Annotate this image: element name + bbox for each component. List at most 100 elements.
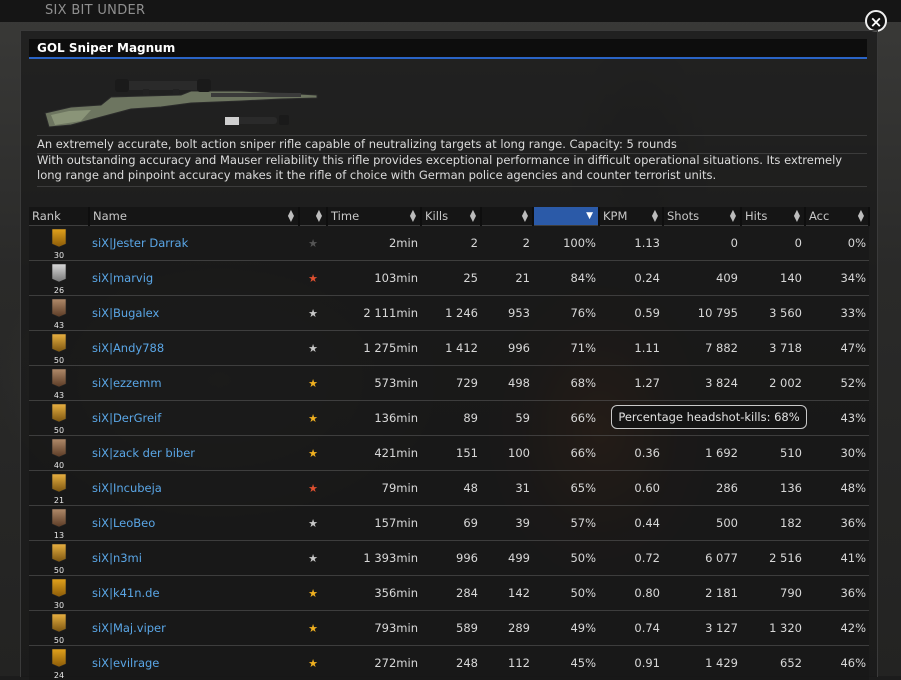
kills-cell: 996 bbox=[421, 541, 481, 576]
player-name-link[interactable]: siX|ezzemm bbox=[92, 376, 162, 390]
table-row: 50siX|Maj.viper★793min58928949%0.743 127… bbox=[29, 611, 869, 646]
sort-icon: ▲▼ bbox=[730, 210, 736, 222]
rank-insignia-icon: 26 bbox=[47, 262, 71, 294]
kills-cell: 69 bbox=[421, 506, 481, 541]
rank-insignia-icon: 24 bbox=[47, 647, 71, 679]
kpm-cell: 0.74 bbox=[599, 611, 663, 646]
column-header-kills[interactable]: Kills▲▼ bbox=[421, 207, 481, 226]
shots-cell: 500 bbox=[663, 506, 741, 541]
column-header-shots[interactable]: Shots▲▼ bbox=[663, 207, 741, 226]
rank-insignia-icon: 30 bbox=[47, 577, 71, 609]
player-name-cell: siX|k41n.de bbox=[89, 576, 299, 611]
kills-cell: 151 bbox=[421, 436, 481, 471]
column-header-name[interactable]: Name▲▼ bbox=[89, 207, 299, 226]
column-header-headshots[interactable]: ▲▼ bbox=[481, 207, 533, 226]
shots-cell: 2 181 bbox=[663, 576, 741, 611]
shots-cell: 7 882 bbox=[663, 331, 741, 366]
headshot-percent-cell: 65% bbox=[533, 471, 599, 506]
kpm-cell: 1.11 bbox=[599, 331, 663, 366]
time-cell: 79min bbox=[327, 471, 421, 506]
rank-cell: 43 bbox=[29, 366, 89, 401]
player-name-cell: siX|ezzemm bbox=[89, 366, 299, 401]
headshot-percent-cell: 57% bbox=[533, 506, 599, 541]
headshot-percent-cell: 100% bbox=[533, 226, 599, 261]
rank-insignia-icon: 50 bbox=[47, 542, 71, 574]
column-label: Kills bbox=[425, 209, 448, 223]
player-name-link[interactable]: siX|LeoBeo bbox=[92, 516, 155, 530]
column-header-headshot-percent[interactable]: ▼ bbox=[533, 207, 599, 226]
accuracy-cell: 30% bbox=[805, 436, 869, 471]
headshot-percent-cell: 49% bbox=[533, 611, 599, 646]
column-label: Time bbox=[331, 209, 359, 223]
headshot-percent-tooltip: Percentage headshot-kills: 68% bbox=[611, 405, 807, 429]
time-cell: 2min bbox=[327, 226, 421, 261]
table-row: 13siX|LeoBeo★157min693957%0.4450018236% bbox=[29, 506, 869, 541]
shots-cell: 3 824 bbox=[663, 366, 741, 401]
star-icon: ★ bbox=[308, 552, 318, 565]
player-name-link[interactable]: siX|k41n.de bbox=[92, 586, 160, 600]
column-header-time[interactable]: Time▲▼ bbox=[327, 207, 421, 226]
column-header-hits[interactable]: Hits▲▼ bbox=[741, 207, 805, 226]
headshots-cell: 498 bbox=[481, 366, 533, 401]
rank-number: 50 bbox=[47, 566, 71, 575]
sort-icon: ▲▼ bbox=[652, 210, 658, 222]
star-cell: ★ bbox=[299, 331, 327, 366]
close-button[interactable]: × bbox=[865, 10, 887, 32]
sort-icon: ▲▼ bbox=[288, 210, 294, 222]
star-cell: ★ bbox=[299, 541, 327, 576]
rank-number: 21 bbox=[47, 496, 71, 505]
time-cell: 421min bbox=[327, 436, 421, 471]
kills-cell: 1 246 bbox=[421, 296, 481, 331]
star-cell: ★ bbox=[299, 261, 327, 296]
rank-cell: 40 bbox=[29, 436, 89, 471]
column-header-accuracy[interactable]: Acc▲▼ bbox=[805, 207, 869, 226]
kpm-cell: 0.60 bbox=[599, 471, 663, 506]
rank-number: 43 bbox=[47, 321, 71, 330]
accuracy-cell: 43% bbox=[805, 401, 869, 436]
column-header-rank[interactable]: Rank bbox=[29, 207, 89, 226]
star-cell: ★ bbox=[299, 611, 327, 646]
player-name-cell: siX|Maj.viper bbox=[89, 611, 299, 646]
hits-cell: 1 320 bbox=[741, 611, 805, 646]
rank-insignia-icon: 40 bbox=[47, 437, 71, 469]
rank-insignia-icon: 50 bbox=[47, 402, 71, 434]
player-name-link[interactable]: siX|Maj.viper bbox=[92, 621, 166, 635]
rank-number: 30 bbox=[47, 251, 71, 260]
headshot-percent-cell: 68% bbox=[533, 366, 599, 401]
player-name-link[interactable]: siX|DerGreif bbox=[92, 411, 161, 425]
kills-cell: 89 bbox=[421, 401, 481, 436]
kpm-cell: 0.80 bbox=[599, 576, 663, 611]
player-name-link[interactable]: siX|evilrage bbox=[92, 656, 159, 670]
player-name-link[interactable]: siX|Incubeja bbox=[92, 481, 162, 495]
rank-cell: 13 bbox=[29, 506, 89, 541]
star-cell: ★ bbox=[299, 471, 327, 506]
headshots-cell: 21 bbox=[481, 261, 533, 296]
hits-cell: 0 bbox=[741, 226, 805, 261]
accuracy-cell: 42% bbox=[805, 611, 869, 646]
player-name-link[interactable]: siX|n3mi bbox=[92, 551, 142, 565]
rank-insignia-icon: 13 bbox=[47, 507, 71, 539]
shots-cell: 286 bbox=[663, 471, 741, 506]
rank-cell: 21 bbox=[29, 471, 89, 506]
headshots-cell: 59 bbox=[481, 401, 533, 436]
player-name-link[interactable]: siX|Jester Darrak bbox=[92, 236, 188, 250]
column-header-star[interactable]: ▲▼ bbox=[299, 207, 327, 226]
shots-cell: 1 692 bbox=[663, 436, 741, 471]
kpm-cell: 1.13 bbox=[599, 226, 663, 261]
kpm-cell: 0.59 bbox=[599, 296, 663, 331]
star-icon: ★ bbox=[308, 307, 318, 320]
rank-cell: 43 bbox=[29, 296, 89, 331]
star-icon: ★ bbox=[308, 237, 318, 250]
headshot-percent-cell: 50% bbox=[533, 541, 599, 576]
player-name-link[interactable]: siX|marvig bbox=[92, 271, 153, 285]
weapon-header: GOL Sniper Magnum bbox=[29, 39, 867, 59]
player-name-link[interactable]: siX|zack der biber bbox=[92, 446, 195, 460]
table-row: 30siX|Jester Darrak★2min22100%1.13000% bbox=[29, 226, 869, 261]
site-header: SIX BIT UNDER bbox=[0, 0, 901, 22]
player-name-link[interactable]: siX|Bugalex bbox=[92, 306, 159, 320]
star-cell: ★ bbox=[299, 506, 327, 541]
player-name-link[interactable]: siX|Andy788 bbox=[92, 341, 164, 355]
column-header-kpm[interactable]: KPM▲▼ bbox=[599, 207, 663, 226]
weapon-panel: GOL Sniper Magnum An extremely accurate,… bbox=[20, 30, 878, 677]
rank-number: 30 bbox=[47, 601, 71, 610]
